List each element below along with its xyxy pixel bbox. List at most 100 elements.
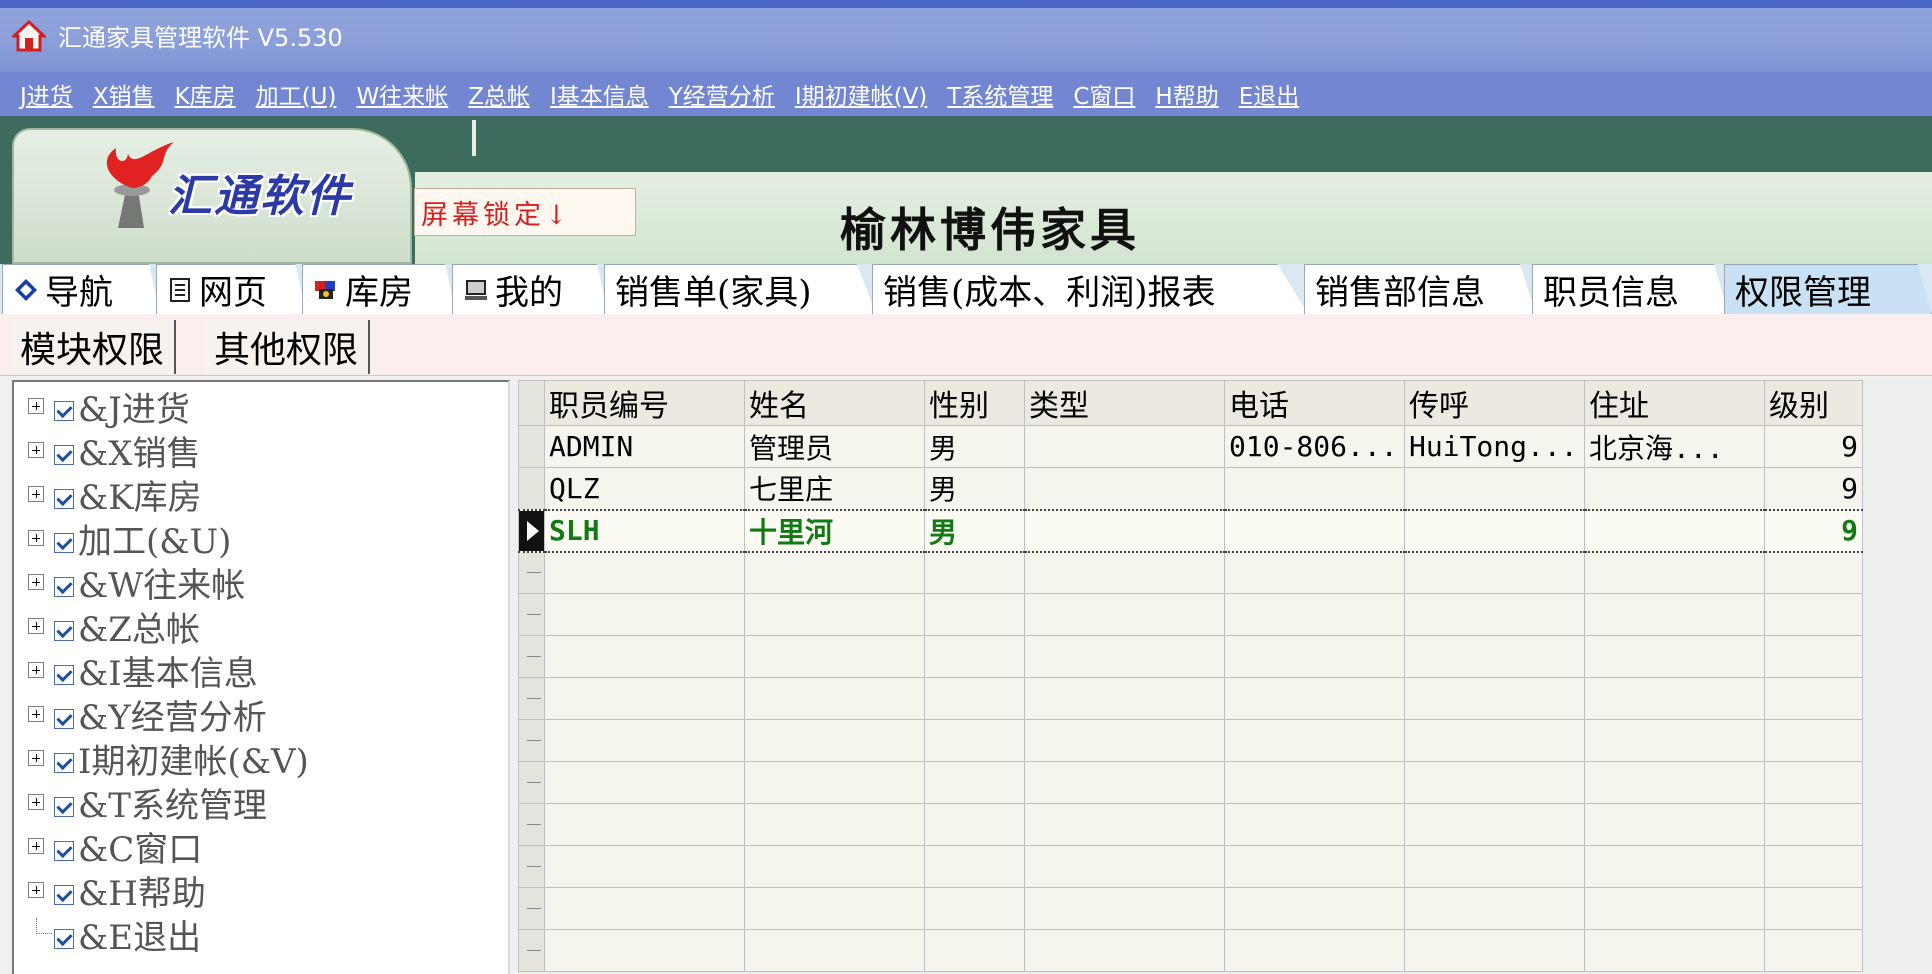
empty-cell[interactable] xyxy=(1024,719,1225,762)
tree-item[interactable]: I期初建帐(&V) xyxy=(28,736,309,782)
cell-type[interactable] xyxy=(1024,467,1225,510)
table-row-empty[interactable] xyxy=(518,761,1863,804)
empty-cell[interactable] xyxy=(1584,761,1765,804)
menu-opening-accounts[interactable]: I期初建帐(V) xyxy=(785,77,937,111)
empty-cell[interactable] xyxy=(744,761,925,804)
tab-navigation[interactable]: 导航 xyxy=(2,264,160,314)
expand-icon[interactable] xyxy=(28,838,44,854)
tab-sales-dept[interactable]: 销售部信息 xyxy=(1304,264,1536,314)
empty-cell[interactable] xyxy=(1584,719,1765,762)
empty-cell[interactable] xyxy=(1224,719,1405,762)
column-header[interactable]: 姓名 xyxy=(744,380,925,426)
cell-pager[interactable]: HuiTong... xyxy=(1404,425,1585,468)
row-indicator[interactable] xyxy=(518,803,545,846)
menu-warehouse[interactable]: K库房 xyxy=(165,77,246,111)
table-row-empty[interactable] xyxy=(518,719,1863,762)
checkbox[interactable] xyxy=(54,533,74,553)
expand-icon[interactable] xyxy=(28,530,44,546)
empty-cell[interactable] xyxy=(744,845,925,888)
empty-cell[interactable] xyxy=(744,677,925,720)
empty-cell[interactable] xyxy=(1764,719,1863,762)
table-row[interactable]: ADMIN 管理员 男 010-806... HuiTong... 北京海...… xyxy=(518,425,1863,468)
row-indicator[interactable] xyxy=(518,467,545,510)
menu-analysis[interactable]: Y经营分析 xyxy=(659,77,785,111)
column-header[interactable]: 性别 xyxy=(924,380,1025,426)
table-row-empty[interactable] xyxy=(518,551,1863,594)
empty-cell[interactable] xyxy=(1764,845,1863,888)
tree-item[interactable]: &T系统管理 xyxy=(28,780,267,826)
checkbox[interactable] xyxy=(54,885,74,905)
row-indicator[interactable] xyxy=(518,887,545,930)
row-indicator[interactable] xyxy=(518,845,545,888)
empty-cell[interactable] xyxy=(1584,929,1765,972)
expand-icon[interactable] xyxy=(28,750,44,766)
empty-cell[interactable] xyxy=(1404,677,1585,720)
column-header[interactable]: 电话 xyxy=(1224,380,1405,426)
empty-cell[interactable] xyxy=(924,551,1025,594)
table-row-empty[interactable] xyxy=(518,635,1863,678)
menu-system-admin[interactable]: T系统管理 xyxy=(937,77,1063,111)
empty-cell[interactable] xyxy=(924,887,1025,930)
empty-cell[interactable] xyxy=(1404,929,1585,972)
checkbox[interactable] xyxy=(54,665,74,685)
empty-cell[interactable] xyxy=(544,551,745,594)
cell-pager[interactable] xyxy=(1404,467,1585,510)
expand-icon[interactable] xyxy=(28,794,44,810)
empty-cell[interactable] xyxy=(544,719,745,762)
empty-cell[interactable] xyxy=(744,551,925,594)
row-indicator[interactable] xyxy=(518,635,545,678)
empty-cell[interactable] xyxy=(1024,803,1225,846)
menu-purchase[interactable]: J进货 xyxy=(10,77,83,111)
empty-cell[interactable] xyxy=(1224,929,1405,972)
empty-cell[interactable] xyxy=(1404,761,1585,804)
cell-level[interactable]: 9 xyxy=(1764,467,1863,510)
empty-cell[interactable] xyxy=(924,761,1025,804)
empty-cell[interactable] xyxy=(1024,887,1225,930)
cell-type[interactable] xyxy=(1024,508,1225,553)
checkbox[interactable] xyxy=(54,753,74,773)
row-indicator[interactable] xyxy=(518,929,545,972)
empty-cell[interactable] xyxy=(924,593,1025,636)
expand-icon[interactable] xyxy=(28,618,44,634)
cell-gender[interactable]: 男 xyxy=(924,425,1025,468)
empty-cell[interactable] xyxy=(924,803,1025,846)
empty-cell[interactable] xyxy=(924,719,1025,762)
empty-cell[interactable] xyxy=(1404,845,1585,888)
tree-item[interactable]: &C窗口 xyxy=(28,824,202,870)
empty-cell[interactable] xyxy=(1224,803,1405,846)
empty-cell[interactable] xyxy=(744,593,925,636)
empty-cell[interactable] xyxy=(1404,635,1585,678)
cell-phone[interactable] xyxy=(1224,467,1405,510)
empty-cell[interactable] xyxy=(1024,929,1225,972)
empty-cell[interactable] xyxy=(744,929,925,972)
menu-sales[interactable]: X销售 xyxy=(83,77,165,111)
empty-cell[interactable] xyxy=(1224,887,1405,930)
empty-cell[interactable] xyxy=(1764,677,1863,720)
cell-level[interactable]: 9 xyxy=(1764,425,1863,468)
empty-cell[interactable] xyxy=(1584,593,1765,636)
row-indicator[interactable] xyxy=(518,719,545,762)
tree-item[interactable]: &X销售 xyxy=(28,428,200,474)
table-row-empty[interactable] xyxy=(518,677,1863,720)
table-row-empty[interactable] xyxy=(518,929,1863,972)
checkbox[interactable] xyxy=(54,577,74,597)
empty-cell[interactable] xyxy=(544,887,745,930)
empty-cell[interactable] xyxy=(924,677,1025,720)
column-header[interactable]: 职员编号 xyxy=(544,380,745,426)
expand-icon[interactable] xyxy=(28,574,44,590)
row-indicator[interactable] xyxy=(518,425,545,468)
checkbox[interactable] xyxy=(54,621,74,641)
empty-cell[interactable] xyxy=(1584,803,1765,846)
table-row-empty[interactable] xyxy=(518,803,1863,846)
row-indicator[interactable] xyxy=(518,508,545,553)
table-row[interactable]: QLZ 七里庄 男 9 xyxy=(518,467,1863,510)
row-indicator[interactable] xyxy=(518,551,545,594)
tab-permission-management[interactable]: 权限管理 xyxy=(1724,264,1932,314)
expand-icon[interactable] xyxy=(28,662,44,678)
cell-name[interactable]: 七里庄 xyxy=(744,467,925,510)
empty-cell[interactable] xyxy=(924,845,1025,888)
empty-cell[interactable] xyxy=(744,719,925,762)
menu-help[interactable]: H帮助 xyxy=(1145,77,1228,111)
checkbox[interactable] xyxy=(54,489,74,509)
cell-level[interactable]: 9 xyxy=(1764,508,1863,553)
